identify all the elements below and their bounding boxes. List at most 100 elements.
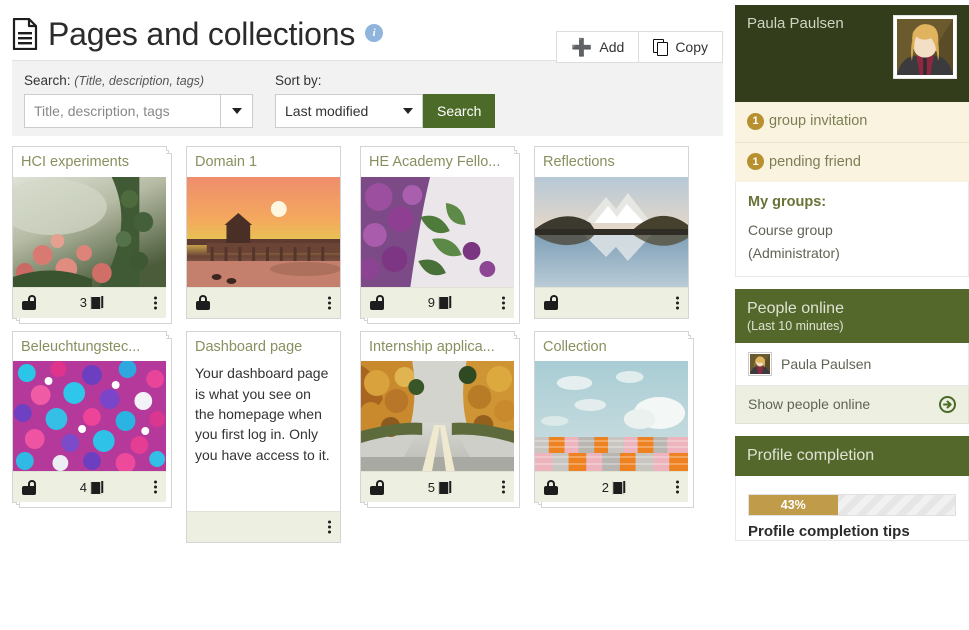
card-thumbnail bbox=[187, 176, 340, 287]
card-item[interactable]: Domain 1 bbox=[186, 146, 348, 319]
search-input-combo: Title, description, tags bbox=[24, 94, 253, 128]
notification-pending-friend[interactable]: 1 pending friend bbox=[735, 142, 969, 183]
show-people-online-link[interactable]: Show people online bbox=[735, 385, 969, 424]
card-footer: 9 bbox=[361, 286, 514, 318]
kebab-menu-icon[interactable] bbox=[676, 296, 679, 310]
avatar bbox=[748, 351, 772, 376]
add-button[interactable]: ➕ Add bbox=[556, 31, 640, 63]
kebab-menu-icon[interactable] bbox=[502, 296, 505, 310]
card-title: Beleuchtungstec... bbox=[13, 331, 166, 362]
people-online-title: People online bbox=[747, 299, 844, 317]
user-panel: Paula Paulsen 1 group invitation 1 pendi… bbox=[735, 5, 969, 277]
profile-completion-header: Profile completion bbox=[735, 435, 969, 476]
card-thumbnail bbox=[535, 176, 688, 287]
card-footer bbox=[187, 286, 340, 318]
card-footer bbox=[535, 286, 688, 318]
kebab-menu-icon[interactable] bbox=[154, 296, 157, 310]
user-name: Paula Paulsen bbox=[747, 15, 844, 32]
card-body-text: Your dashboard page is what you see on t… bbox=[187, 361, 340, 512]
card-item[interactable]: Reflections bbox=[534, 146, 696, 319]
group-role: (Administrator) bbox=[748, 244, 840, 261]
kebab-menu-icon[interactable] bbox=[502, 480, 505, 494]
sort-field-group: Sort by: Last modified Search bbox=[275, 73, 496, 128]
profile-completion-title: Profile completion bbox=[747, 446, 875, 464]
progress-bar: 43% bbox=[748, 493, 956, 516]
profile-completion-body: 43% Profile completion tips bbox=[735, 475, 969, 541]
card-item[interactable]: Dashboard page Your dashboard page is wh… bbox=[186, 330, 348, 544]
avatar[interactable] bbox=[893, 15, 957, 79]
document-icon bbox=[12, 17, 38, 51]
search-label-hint: (Title, description, tags) bbox=[74, 74, 205, 88]
kebab-menu-icon[interactable] bbox=[328, 296, 331, 310]
card-item[interactable]: HE Academy Fello... 9 bbox=[360, 146, 522, 324]
people-online-header: People online (Last 10 minutes) bbox=[735, 288, 969, 343]
card-footer bbox=[187, 511, 340, 543]
card-footer: 5 bbox=[361, 471, 514, 503]
card-page-count: 5 bbox=[428, 480, 451, 495]
group-name[interactable]: Course group bbox=[748, 219, 956, 241]
user-header: Paula Paulsen bbox=[735, 5, 969, 102]
card-title: Dashboard page bbox=[187, 331, 340, 362]
main-content: Pages and collections i ➕ Add Copy Searc… bbox=[0, 0, 735, 630]
search-field-group: Search: (Title, description, tags) Title… bbox=[24, 73, 253, 128]
card-title: Domain 1 bbox=[187, 147, 340, 177]
card-thumbnail bbox=[13, 361, 166, 472]
card-footer: 3 bbox=[13, 286, 166, 318]
search-input[interactable]: Title, description, tags bbox=[24, 94, 221, 128]
search-button[interactable]: Search bbox=[423, 94, 496, 128]
card-thumbnail bbox=[361, 361, 514, 472]
copy-icon bbox=[653, 39, 669, 56]
kebab-menu-icon[interactable] bbox=[154, 480, 157, 494]
search-label: Search: (Title, description, tags) bbox=[24, 73, 253, 88]
card-thumbnail bbox=[535, 361, 688, 472]
notification-label: pending friend bbox=[769, 153, 861, 170]
pages-icon bbox=[89, 295, 103, 311]
pages-icon bbox=[437, 480, 451, 495]
card-count-value: 4 bbox=[79, 479, 87, 495]
card-count-value: 9 bbox=[427, 295, 435, 311]
notification-count: 1 bbox=[747, 112, 764, 130]
people-online-panel: People online (Last 10 minutes) Paula Pa… bbox=[735, 288, 969, 424]
notification-count: 1 bbox=[747, 153, 764, 171]
card-item[interactable]: HCI experiments 3 bbox=[12, 146, 174, 324]
my-groups-title: My groups: bbox=[748, 194, 827, 211]
add-button-label: Add bbox=[599, 39, 625, 55]
online-person-row[interactable]: Paula Paulsen bbox=[735, 342, 969, 386]
unlock-icon bbox=[544, 295, 558, 311]
pages-icon bbox=[89, 480, 103, 495]
profile-completion-panel: Profile completion 43% Profile completio… bbox=[735, 435, 969, 541]
sort-select[interactable]: Last modified bbox=[275, 94, 423, 128]
sort-select-value: Last modified bbox=[285, 103, 369, 119]
search-dropdown-button[interactable] bbox=[221, 94, 253, 128]
pages-icon bbox=[611, 480, 625, 495]
plus-icon: ➕ bbox=[571, 37, 593, 57]
page-title: Pages and collections bbox=[48, 16, 356, 52]
info-icon[interactable]: i bbox=[365, 24, 384, 42]
kebab-menu-icon[interactable] bbox=[676, 480, 679, 494]
card-page-count: 9 bbox=[427, 295, 451, 311]
chevron-down-icon bbox=[403, 108, 413, 114]
sort-label: Sort by: bbox=[275, 73, 322, 88]
card-title: Collection bbox=[535, 331, 688, 362]
action-buttons: ➕ Add Copy bbox=[556, 31, 723, 63]
card-page-count: 3 bbox=[80, 295, 103, 311]
lock-icon bbox=[196, 295, 210, 311]
card-page-count: 4 bbox=[80, 480, 103, 495]
card-count-value: 2 bbox=[601, 479, 609, 495]
card-count-value: 5 bbox=[427, 479, 435, 495]
show-people-online-label: Show people online bbox=[748, 396, 871, 413]
sidebar: Paula Paulsen 1 group invitation 1 pendi… bbox=[735, 0, 969, 630]
notification-group-invitation[interactable]: 1 group invitation bbox=[735, 102, 969, 143]
chevron-down-icon bbox=[231, 108, 242, 114]
copy-button[interactable]: Copy bbox=[639, 31, 723, 63]
card-item[interactable]: Internship applica... 5 bbox=[360, 330, 522, 544]
my-groups-block: My groups: Course group (Administrator) bbox=[735, 182, 969, 277]
card-item[interactable]: Collection 2 bbox=[534, 330, 696, 544]
copy-button-label: Copy bbox=[675, 39, 708, 55]
card-thumbnail bbox=[361, 176, 514, 287]
page-layout: Pages and collections i ➕ Add Copy Searc… bbox=[0, 0, 969, 630]
pages-icon bbox=[437, 295, 451, 311]
kebab-menu-icon[interactable] bbox=[328, 520, 331, 534]
unlock-icon bbox=[22, 295, 36, 311]
card-item[interactable]: Beleuchtungstec... 4 bbox=[12, 330, 174, 544]
